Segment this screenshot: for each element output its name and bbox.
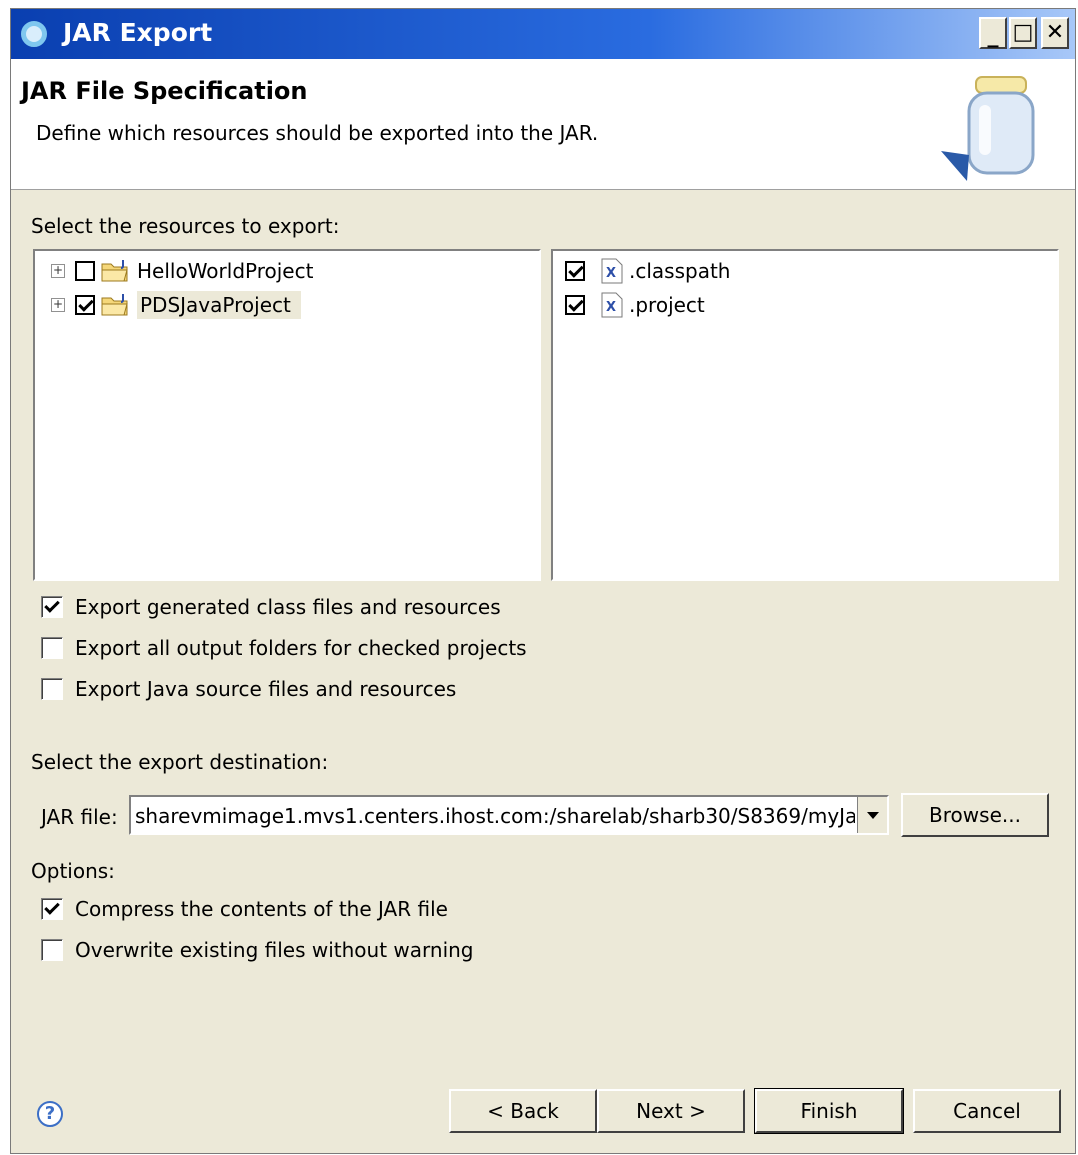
- tree-item-pdsjavaproject[interactable]: + PDSJavaProject: [51, 289, 301, 321]
- xml-file-icon: X: [601, 258, 623, 284]
- list-item-project[interactable]: X .project: [565, 289, 705, 321]
- browse-button[interactable]: Browse...: [901, 793, 1049, 837]
- classpath-checkbox[interactable]: [565, 261, 585, 281]
- java-project-folder-icon: [101, 294, 128, 316]
- jar-icon: [941, 76, 1035, 181]
- dropdown-arrow-icon[interactable]: [857, 797, 887, 833]
- xml-file-icon: X: [601, 292, 623, 318]
- tree-item-label: PDSJavaProject: [137, 291, 301, 319]
- export-output-folders-option[interactable]: Export all output folders for checked pr…: [41, 633, 527, 663]
- tree-item-helloworldproject[interactable]: + HelloWorldProject: [51, 255, 313, 287]
- list-item-label: .classpath: [629, 259, 731, 283]
- resources-label: Select the resources to export:: [31, 214, 340, 238]
- pdsjavaproject-checkbox[interactable]: [75, 295, 95, 315]
- compress-checkbox[interactable]: [41, 898, 63, 920]
- tree-item-label: HelloWorldProject: [137, 259, 314, 283]
- list-item-classpath[interactable]: X .classpath: [565, 255, 730, 287]
- helloworldproject-checkbox[interactable]: [75, 261, 95, 281]
- compress-option[interactable]: Compress the contents of the JAR file: [41, 894, 448, 924]
- svg-text:X: X: [606, 266, 616, 281]
- file-list[interactable]: X .classpath X .project: [551, 249, 1059, 581]
- close-button[interactable]: ✕: [1041, 17, 1069, 49]
- project-tree[interactable]: + HelloWorldProject + PDSJavaProject: [33, 249, 541, 581]
- help-icon[interactable]: ?: [37, 1101, 63, 1127]
- svg-text:X: X: [606, 300, 616, 315]
- jar-file-combo[interactable]: sharevmimage1.mvs1.centers.ihost.com:/sh…: [129, 795, 889, 835]
- option-label: Export generated class files and resourc…: [75, 595, 501, 619]
- jar-file-label: JAR file:: [41, 805, 118, 829]
- jar-export-dialog: JAR Export _ □ ✕ JAR File Specification …: [10, 8, 1076, 1154]
- cancel-button[interactable]: Cancel: [913, 1089, 1061, 1133]
- eclipse-icon: [21, 21, 47, 47]
- java-project-folder-icon: [101, 260, 128, 282]
- option-label: Export all output folders for checked pr…: [75, 636, 527, 660]
- jar-file-input[interactable]: sharevmimage1.mvs1.centers.ihost.com:/sh…: [135, 804, 855, 828]
- maximize-button[interactable]: □: [1009, 17, 1037, 49]
- export-source-files-checkbox[interactable]: [41, 678, 63, 700]
- title-bar[interactable]: JAR Export _ □ ✕: [11, 9, 1075, 59]
- option-label: Compress the contents of the JAR file: [75, 897, 448, 921]
- page-description: Define which resources should be exporte…: [36, 121, 599, 145]
- expand-icon[interactable]: +: [51, 298, 65, 312]
- next-button[interactable]: Next >: [597, 1089, 745, 1133]
- overwrite-option[interactable]: Overwrite existing files without warning: [41, 935, 474, 965]
- export-class-files-checkbox[interactable]: [41, 596, 63, 618]
- minimize-button[interactable]: _: [979, 17, 1007, 49]
- expand-icon[interactable]: +: [51, 264, 65, 278]
- option-label: Overwrite existing files without warning: [75, 938, 474, 962]
- overwrite-checkbox[interactable]: [41, 939, 63, 961]
- wizard-header: JAR File Specification Define which reso…: [11, 59, 1075, 190]
- options-label: Options:: [31, 859, 115, 883]
- page-title: JAR File Specification: [21, 77, 308, 105]
- window-title: JAR Export: [63, 18, 213, 47]
- list-item-label: .project: [629, 293, 705, 317]
- export-output-folders-checkbox[interactable]: [41, 637, 63, 659]
- option-label: Export Java source files and resources: [75, 677, 457, 701]
- export-source-files-option[interactable]: Export Java source files and resources: [41, 674, 456, 704]
- export-class-files-option[interactable]: Export generated class files and resourc…: [41, 592, 501, 622]
- back-button[interactable]: < Back: [449, 1089, 597, 1133]
- project-checkbox[interactable]: [565, 295, 585, 315]
- finish-button[interactable]: Finish: [754, 1088, 904, 1134]
- destination-label: Select the export destination:: [31, 750, 329, 774]
